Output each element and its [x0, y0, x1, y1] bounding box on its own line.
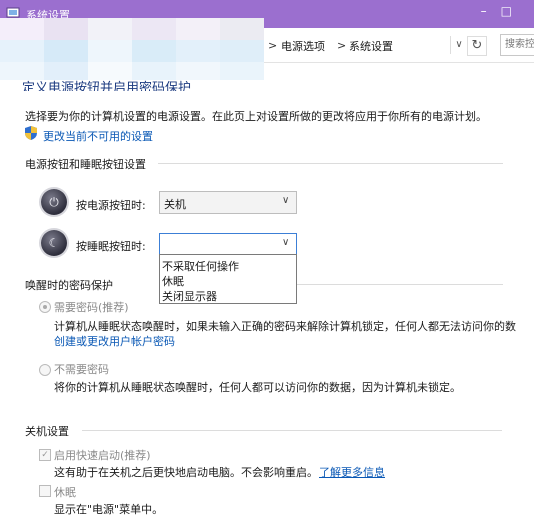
require-password-description: 计算机从睡眠状态唤醒时，如果未输入正确的密码来解除计算机锁定，任何人都无法访问你…	[54, 320, 516, 333]
sleep-button-action-select[interactable]	[159, 233, 297, 256]
power-button-action-value: 关机	[164, 198, 186, 211]
window-controls[interactable]: –□	[481, 4, 526, 18]
maximize-button[interactable]: □	[501, 4, 526, 18]
chevron-down-icon[interactable]: ∨	[282, 237, 289, 248]
no-password-label: 不需要密码	[54, 363, 109, 376]
section-title-power-buttons: 电源按钮和睡眠按钮设置	[25, 158, 146, 171]
search-input[interactable]: 搜索控	[500, 34, 534, 56]
fast-startup-label: 启用快速启动(推荐)	[54, 449, 151, 462]
minimize-button[interactable]: –	[481, 4, 501, 18]
hibernate-label: 休眠	[54, 486, 76, 499]
dropdown-option-turn-off-display[interactable]: 关闭显示器	[162, 288, 217, 304]
breadcrumb-power-options[interactable]: 电源选项	[281, 38, 325, 54]
fast-startup-checkbox[interactable]: ✓	[39, 449, 51, 461]
no-password-radio[interactable]	[39, 364, 51, 376]
no-password-description: 将你的计算机从睡眠状态唤醒时，任何人都可以访问你的数据，因为计算机未锁定。	[54, 381, 461, 394]
refresh-button[interactable]: ↻	[467, 36, 487, 56]
page-heading: 定义电源按钮并启用密码保护	[22, 81, 192, 91]
require-password-radio[interactable]	[39, 301, 51, 313]
require-password-label: 需要密码(推荐)	[54, 301, 129, 314]
pixelated-blur-overlay	[0, 18, 270, 86]
power-button-icon: ⏻	[41, 189, 67, 215]
hibernate-checkbox[interactable]	[39, 485, 51, 497]
address-dropdown-button[interactable]: ∨	[450, 36, 467, 54]
power-button-label: 按电源按钮时:	[76, 199, 146, 212]
sleep-button-icon: ☾	[41, 230, 67, 256]
section-title-shutdown: 关机设置	[25, 425, 69, 438]
breadcrumb-system-settings[interactable]: 系统设置	[349, 38, 393, 54]
hibernate-description: 显示在"电源"菜单中。	[54, 503, 164, 516]
section-divider	[158, 163, 503, 164]
section-divider	[296, 284, 503, 285]
chevron-down-icon[interactable]: ∨	[282, 195, 289, 206]
section-title-wake-password: 唤醒时的密码保护	[25, 279, 113, 292]
change-account-password-link[interactable]: 创建或更改用户帐户密码	[54, 333, 175, 349]
dropdown-option-hibernate[interactable]: 休眠	[162, 273, 184, 289]
change-unavailable-settings-link[interactable]: 更改当前不可用的设置	[43, 128, 153, 144]
intro-text: 选择要为你的计算机设置的电源设置。在此页上对设置所做的更改将应用于你所有的电源计…	[25, 110, 487, 123]
learn-more-link[interactable]: 了解更多信息	[319, 464, 385, 480]
uac-shield-icon	[25, 126, 37, 140]
dropdown-option-do-nothing[interactable]: 不采取任何操作	[162, 258, 239, 274]
section-divider	[82, 430, 502, 431]
fast-startup-description: 这有助于在关机之后更快地启动电脑。不会影响重启。	[54, 466, 318, 479]
sleep-button-label: 按睡眠按钮时:	[76, 240, 146, 253]
breadcrumb-separator: >	[337, 39, 347, 52]
